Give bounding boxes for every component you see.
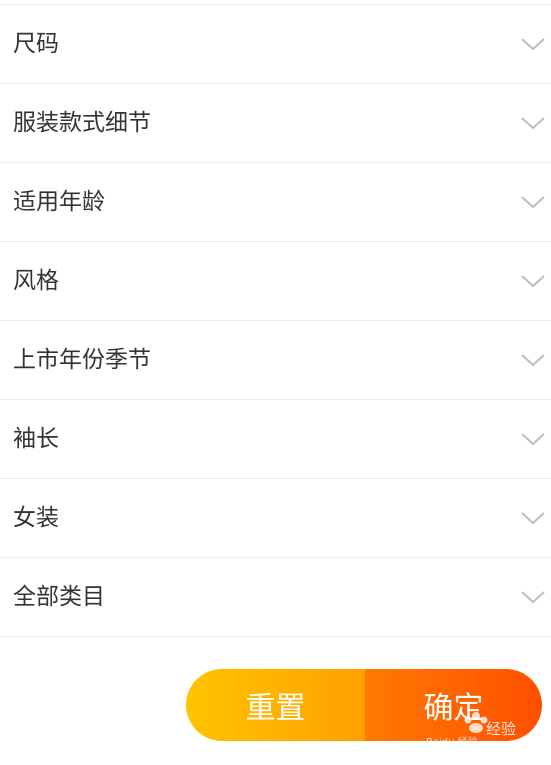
filter-label: 上市年份季节 xyxy=(13,346,151,373)
filter-row-sleeve-length[interactable]: 袖长 xyxy=(0,400,551,479)
filter-row-style-details[interactable]: 服装款式细节 xyxy=(0,84,551,163)
chevron-down-icon xyxy=(519,272,547,290)
chevron-down-icon xyxy=(519,351,547,369)
filter-label: 全部类目 xyxy=(13,583,105,610)
filter-label: 袖长 xyxy=(13,425,59,452)
filter-label: 女装 xyxy=(13,504,59,531)
filter-label: 适用年龄 xyxy=(13,188,105,215)
filter-row-age[interactable]: 适用年龄 xyxy=(0,163,551,242)
filter-label: 尺码 xyxy=(13,30,59,57)
filter-actions: 重置 确定 xyxy=(186,669,542,741)
chevron-down-icon xyxy=(519,430,547,448)
filter-row-all-categories[interactable]: 全部类目 xyxy=(0,558,551,637)
chevron-down-icon xyxy=(519,193,547,211)
reset-button[interactable]: 重置 xyxy=(186,669,365,741)
chevron-down-icon xyxy=(519,35,547,53)
chevron-down-icon xyxy=(519,114,547,132)
chevron-down-icon xyxy=(519,588,547,606)
confirm-button[interactable]: 确定 xyxy=(365,669,542,741)
filter-label: 服装款式细节 xyxy=(13,109,151,136)
filter-label: 风格 xyxy=(13,267,59,294)
filter-row-season[interactable]: 上市年份季节 xyxy=(0,321,551,400)
filter-row-womenswear[interactable]: 女装 xyxy=(0,479,551,558)
chevron-down-icon xyxy=(519,509,547,527)
filter-row-style[interactable]: 风格 xyxy=(0,242,551,321)
filter-list: 尺码 服装款式细节 适用年龄 风格 上市年份季节 袖长 女装 全部类目 xyxy=(0,4,551,637)
filter-row-size[interactable]: 尺码 xyxy=(0,5,551,84)
